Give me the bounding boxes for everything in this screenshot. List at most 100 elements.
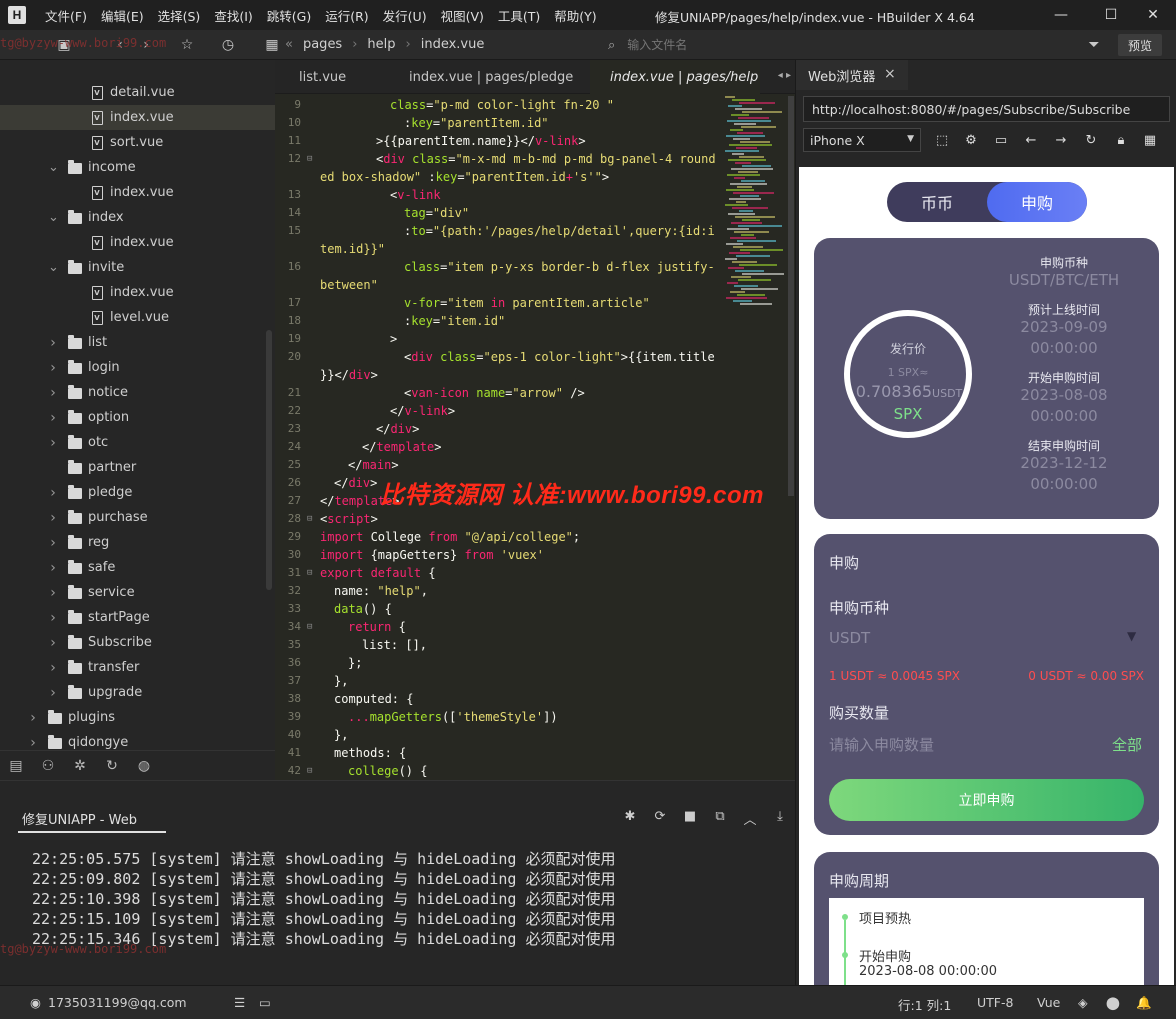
- tree-folder[interactable]: › plugins: [0, 705, 275, 730]
- chevron-down-icon[interactable]: ⌄: [48, 260, 59, 275]
- encoding[interactable]: UTF-8: [977, 995, 1013, 1010]
- code-area[interactable]: 9 class="p-md color-light fn-20 " 10:key="…: [275, 96, 715, 780]
- qr-code-icon[interactable]: ▦: [1141, 131, 1159, 149]
- console-tab[interactable]: 修复UNIAPP - Web: [22, 809, 137, 828]
- chevron-right-icon[interactable]: ›: [48, 360, 58, 376]
- code-line[interactable]: 21 <van-icon name="arrow" />: [275, 384, 715, 402]
- tree-folder[interactable]: › notice: [0, 380, 275, 405]
- sync-icon[interactable]: ↻: [102, 757, 122, 775]
- tree-folder[interactable]: ⌄ income: [0, 155, 275, 180]
- chevron-right-icon[interactable]: ›: [48, 510, 58, 526]
- tree-folder[interactable]: partner: [0, 455, 275, 480]
- tab-help-index[interactable]: index.vue | pages/help: [590, 60, 760, 94]
- code-line[interactable]: 32 name: "help",: [275, 582, 715, 600]
- chevron-right-icon[interactable]: ›: [48, 410, 58, 426]
- list-icon[interactable]: ☰: [234, 995, 245, 1010]
- code-line[interactable]: 14 tag="div": [275, 204, 715, 222]
- theme-icon[interactable]: ◍: [134, 757, 154, 775]
- chevron-down-icon[interactable]: ⌄: [48, 160, 59, 175]
- code-line[interactable]: 30 import {mapGetters} from 'vuex': [275, 546, 715, 564]
- device-select[interactable]: iPhone X ▼: [803, 128, 921, 152]
- code-line[interactable]: 34 ⊟ return {: [275, 618, 715, 636]
- tree-folder[interactable]: › transfer: [0, 655, 275, 680]
- tree-folder[interactable]: › purchase: [0, 505, 275, 530]
- code-line[interactable]: 36};: [275, 654, 715, 672]
- user-icon[interactable]: ◉: [30, 995, 41, 1010]
- code-line[interactable]: 23 </div>: [275, 420, 715, 438]
- breadcrumb-pages[interactable]: pages: [303, 37, 342, 52]
- tree-file[interactable]: Vsort.vue: [0, 130, 275, 155]
- fold-toggle-icon[interactable]: ⊟: [307, 510, 312, 528]
- caret-down-icon[interactable]: ▼: [1127, 629, 1136, 643]
- code-line[interactable]: 11 >{{parentItem.name}}</v-link>: [275, 132, 715, 150]
- code-line[interactable]: 15:to="{path:'/pages/help/detail',query:…: [275, 222, 715, 240]
- tree-folder[interactable]: › option: [0, 405, 275, 430]
- breadcrumb-help[interactable]: help: [367, 37, 395, 52]
- uniapp-status-icon[interactable]: ◈: [1078, 995, 1088, 1010]
- rerun-icon[interactable]: ⟳: [645, 809, 675, 828]
- tree-file[interactable]: Vindex.vue: [0, 105, 275, 130]
- code-line[interactable]: 22 </v-link>: [275, 402, 715, 420]
- code-line[interactable]: 31 ⊟ export default {: [275, 564, 715, 582]
- lock-icon[interactable]: 🔒︎: [1112, 131, 1130, 149]
- breadcrumb-file[interactable]: index.vue: [421, 37, 485, 52]
- fold-toggle-icon[interactable]: ⊟: [307, 762, 312, 780]
- tab-scroll-icon[interactable]: ◂ ▸: [778, 70, 791, 81]
- tree-folder[interactable]: › list: [0, 330, 275, 355]
- code-line[interactable]: 13 <v-link: [275, 186, 715, 204]
- editor-scrollbar[interactable]: [788, 96, 794, 496]
- chevron-right-icon[interactable]: ›: [48, 535, 58, 551]
- debug-icon[interactable]: ✲: [70, 757, 90, 775]
- notification-bell-icon[interactable]: 🔔: [1136, 995, 1152, 1011]
- uniapp-project-icon[interactable]: ▦: [262, 35, 282, 55]
- maximize-button[interactable]: ☐: [1088, 0, 1134, 30]
- cursor-position[interactable]: 行:1 列:1: [898, 995, 951, 1014]
- code-line[interactable]: 25 </main>: [275, 456, 715, 474]
- code-line[interactable]: 17 v-for="item in parentItem.article": [275, 294, 715, 312]
- filter-icon[interactable]: ⏷: [1084, 35, 1104, 55]
- chevron-right-icon[interactable]: ›: [48, 610, 58, 626]
- code-line[interactable]: 37},: [275, 672, 715, 690]
- tab-list-vue[interactable]: list.vue: [275, 60, 385, 94]
- run-icon[interactable]: ◷: [218, 35, 238, 55]
- code-line[interactable]: 16 class="item p-y-xs border-b d-flex jus…: [275, 258, 715, 276]
- code-line[interactable]: 9 class="p-md color-light fn-20 ": [275, 96, 715, 114]
- tree-file[interactable]: Vindex.vue: [0, 180, 275, 205]
- project-manager-icon[interactable]: ▤: [6, 757, 26, 775]
- tree-folder[interactable]: › otc: [0, 430, 275, 455]
- code-line[interactable]: 38 computed: {: [275, 690, 715, 708]
- code-line[interactable]: 20 <div class="eps-1 color-light">{{item.…: [275, 348, 715, 366]
- close-icon[interactable]: ×: [884, 66, 896, 82]
- select-all-link[interactable]: 全部: [1112, 734, 1142, 755]
- menu-publish[interactable]: 发行(U): [376, 6, 434, 25]
- stop-icon[interactable]: ■: [675, 809, 705, 828]
- collapse-icon[interactable]: ︿: [735, 809, 765, 828]
- tree-file[interactable]: Vindex.vue: [0, 280, 275, 305]
- menu-edit[interactable]: 编辑(E): [94, 6, 151, 25]
- subscribe-coin-select[interactable]: USDT: [829, 629, 870, 647]
- tree-folder[interactable]: ⌄ invite: [0, 255, 275, 280]
- tree-file[interactable]: Vlevel.vue: [0, 305, 275, 330]
- plugin-icon[interactable]: ⚇: [38, 757, 58, 775]
- code-line[interactable]: 41 methods: {: [275, 744, 715, 762]
- language-mode[interactable]: Vue: [1037, 995, 1060, 1010]
- screenshot-icon[interactable]: ⬚: [933, 131, 951, 149]
- chevron-right-icon[interactable]: ›: [48, 385, 58, 401]
- menu-select[interactable]: 选择(S): [151, 6, 208, 25]
- tree-folder[interactable]: › Subscribe: [0, 630, 275, 655]
- menu-file[interactable]: 文件(F): [38, 6, 94, 25]
- chevron-right-icon[interactable]: ›: [48, 685, 58, 701]
- chevron-right-icon[interactable]: ›: [28, 735, 38, 751]
- tree-folder[interactable]: › service: [0, 580, 275, 605]
- tree-folder[interactable]: › login: [0, 355, 275, 380]
- chevron-down-icon[interactable]: ⌄: [48, 210, 59, 225]
- code-line[interactable]: 18:key="item.id": [275, 312, 715, 330]
- code-line[interactable]: }}</div>: [275, 366, 715, 384]
- menu-find[interactable]: 查找(I): [207, 6, 259, 25]
- code-line[interactable]: 35 list: [],: [275, 636, 715, 654]
- tree-folder[interactable]: › upgrade: [0, 680, 275, 705]
- menu-goto[interactable]: 跳转(G): [260, 6, 318, 25]
- debug-bug-icon[interactable]: ✱: [615, 809, 645, 828]
- tab-pledge-index[interactable]: index.vue | pages/pledge: [385, 60, 590, 94]
- file-search-input[interactable]: [627, 38, 1048, 52]
